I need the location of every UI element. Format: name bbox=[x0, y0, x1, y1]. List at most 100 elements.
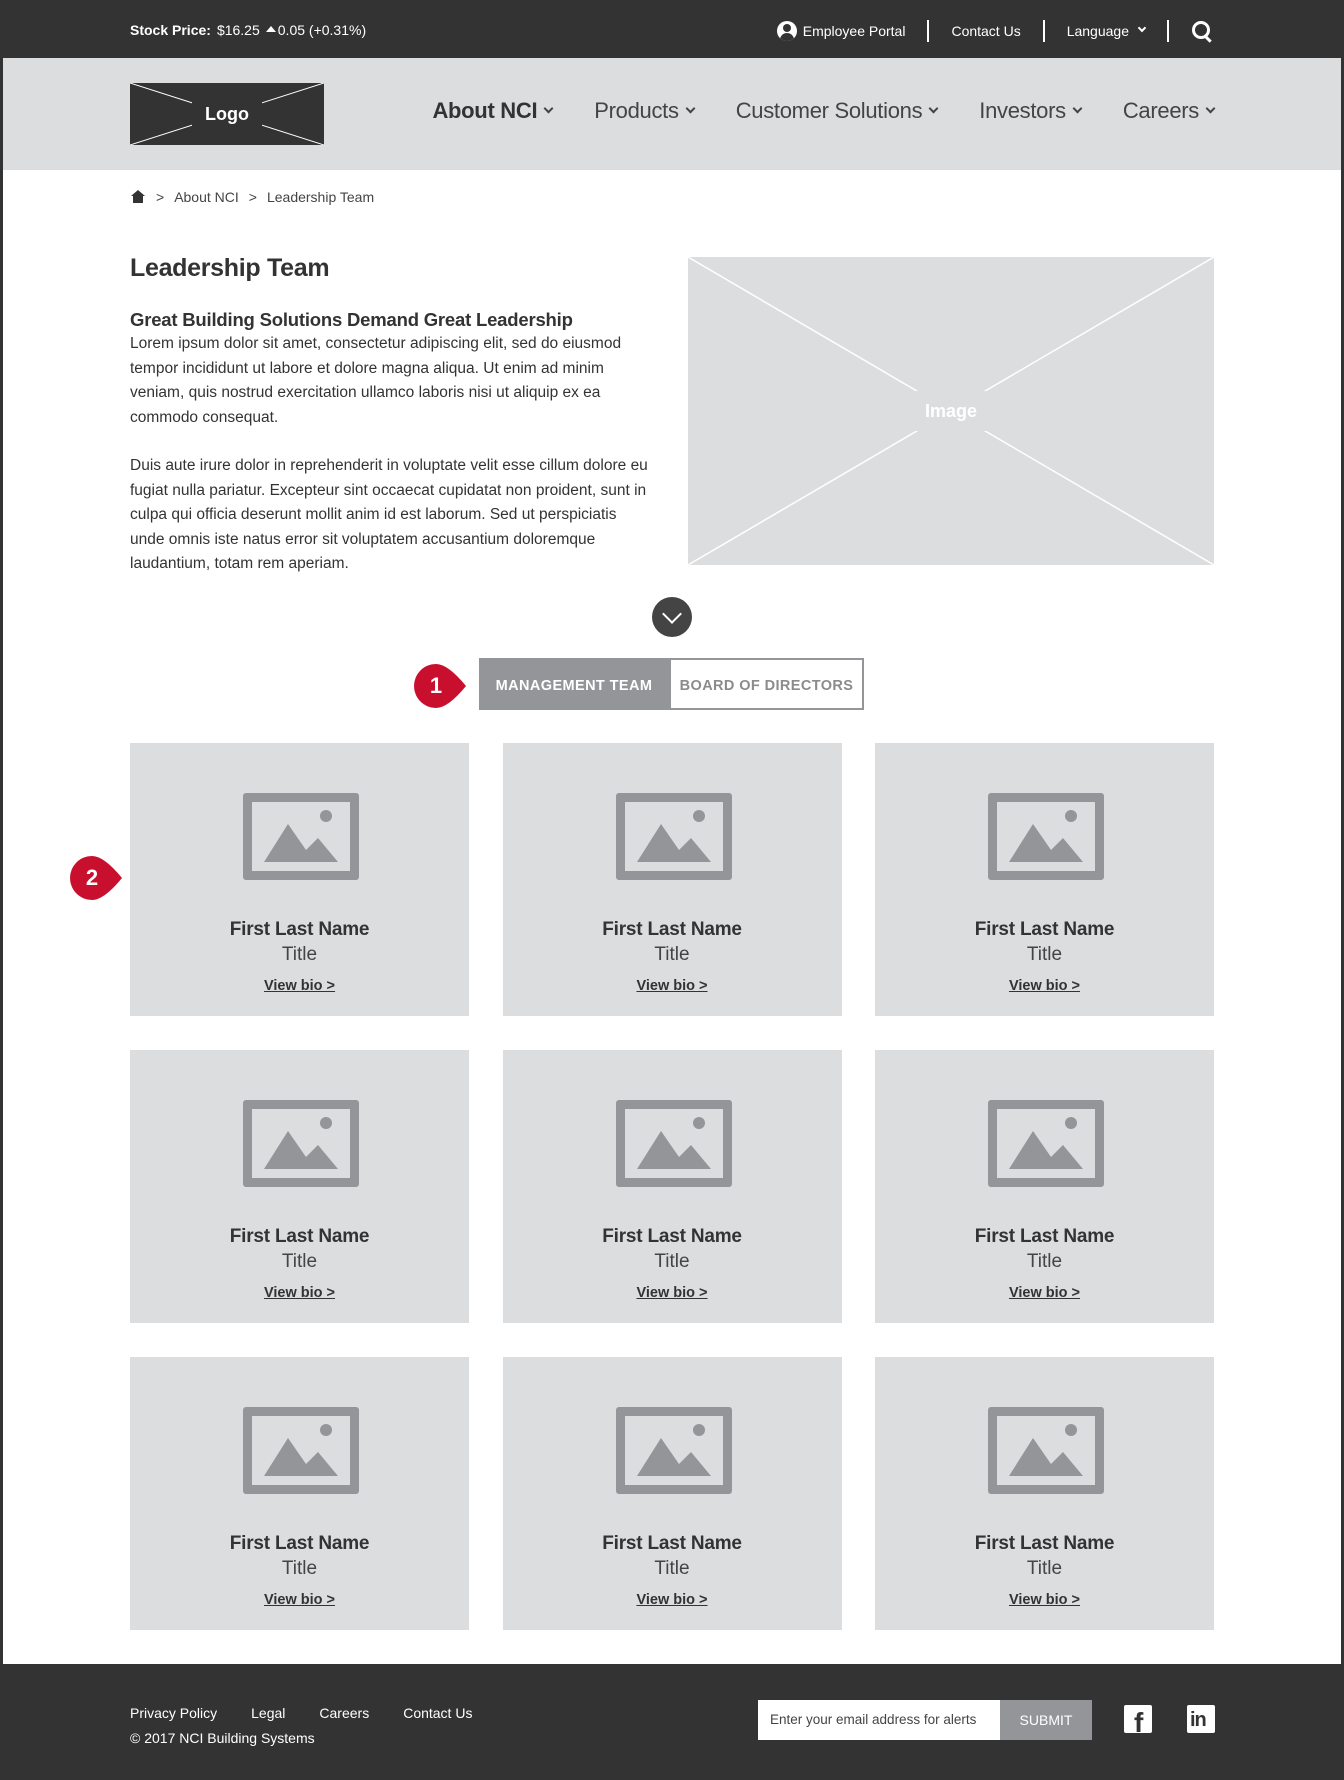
breadcrumb-separator: > bbox=[156, 189, 165, 205]
member-title: Title bbox=[1026, 1251, 1063, 1272]
scroll-down-button[interactable] bbox=[652, 597, 692, 637]
email-input[interactable]: Enter your email address for alerts bbox=[758, 1700, 1000, 1740]
nav-label: About NCI bbox=[432, 98, 538, 123]
member-name: First Last Name bbox=[974, 1533, 1115, 1554]
member-name: First Last Name bbox=[974, 919, 1115, 940]
nav-item-products[interactable]: Products bbox=[594, 98, 696, 124]
member-title: Title bbox=[654, 1251, 690, 1272]
chevron-down-icon bbox=[1137, 23, 1147, 32]
team-member-card: First Last Name Title View bio > bbox=[875, 743, 1214, 1016]
submit-button[interactable]: SUBMIT bbox=[1000, 1700, 1092, 1740]
member-title: Title bbox=[1026, 1558, 1063, 1579]
view-bio-link[interactable]: View bio > bbox=[130, 1285, 469, 1301]
facebook-icon[interactable]: f bbox=[1124, 1705, 1152, 1733]
marker-number: 1 bbox=[429, 673, 443, 698]
view-bio-link[interactable]: View bio > bbox=[130, 978, 469, 994]
tab-board-of-directors[interactable]: BOARD OF DIRECTORS bbox=[669, 658, 864, 710]
nav-label: Products bbox=[594, 98, 679, 123]
member-title: Title bbox=[654, 944, 690, 965]
image-icon bbox=[264, 810, 338, 862]
photo-placeholder-icon bbox=[243, 1407, 359, 1494]
footer-link-careers[interactable]: Careers bbox=[319, 1705, 369, 1721]
stock-price: Stock Price: $16.25 0.05 (+0.31%) bbox=[130, 22, 366, 38]
marker-number: 2 bbox=[85, 865, 99, 890]
photo-placeholder-icon bbox=[615, 793, 732, 880]
utility-links: Employee Portal Contact Us Language bbox=[776, 3, 1213, 58]
nav-label: Careers bbox=[1122, 98, 1199, 123]
stock-price-label: Stock Price: bbox=[130, 22, 211, 38]
team-member-card: First Last Name Title View bio > bbox=[502, 743, 842, 1016]
hero-image: Image bbox=[688, 257, 1214, 565]
employee-portal-label: Employee Portal bbox=[802, 22, 906, 39]
member-name: First Last Name bbox=[229, 919, 370, 940]
intro-paragraph-1: Lorem ipsum dolor sit amet, consectetur … bbox=[130, 335, 622, 426]
annotation-marker-1: 1 bbox=[414, 664, 466, 708]
photo-placeholder-icon bbox=[615, 1100, 732, 1187]
image-icon bbox=[264, 1117, 338, 1169]
logo-text: Logo bbox=[205, 104, 249, 124]
view-bio-link[interactable]: View bio > bbox=[503, 1592, 842, 1608]
image-icon bbox=[636, 1117, 711, 1169]
breadcrumb-separator: > bbox=[248, 189, 257, 205]
photo-placeholder-icon bbox=[615, 1407, 732, 1494]
stock-price-value: $16.25 bbox=[216, 22, 260, 38]
footer-link-legal[interactable]: Legal bbox=[251, 1705, 285, 1721]
image-icon bbox=[1009, 1117, 1083, 1169]
view-bio-link[interactable]: View bio > bbox=[875, 1285, 1214, 1301]
annotation-marker-2: 2 bbox=[70, 856, 122, 900]
site-header: Logo About NCI Products Customer Solutio… bbox=[3, 58, 1341, 170]
view-bio-link[interactable]: View bio > bbox=[875, 1592, 1214, 1608]
team-member-card: First Last Name Title View bio > bbox=[875, 1357, 1214, 1630]
member-name: First Last Name bbox=[229, 1533, 370, 1554]
utility-bar: Stock Price: $16.25 0.05 (+0.31%) Employ… bbox=[3, 3, 1341, 58]
team-grid: First Last Name Title View bio > First Last… bbox=[130, 743, 1214, 1630]
image-icon bbox=[636, 1424, 711, 1476]
member-title: Title bbox=[281, 1251, 318, 1272]
logo[interactable]: Logo bbox=[130, 83, 324, 145]
member-name: First Last Name bbox=[229, 1226, 370, 1247]
photo-placeholder-icon bbox=[988, 1407, 1104, 1494]
photo-placeholder-icon bbox=[243, 1100, 359, 1187]
email-alert-form: Enter your email address for alerts SUBM… bbox=[758, 1700, 1092, 1740]
contact-us-link[interactable]: Contact Us bbox=[929, 19, 1045, 42]
main-nav: About NCI Products Customer Solutions In… bbox=[432, 98, 1216, 124]
member-name: First Last Name bbox=[602, 919, 742, 940]
member-name: First Last Name bbox=[974, 1226, 1115, 1247]
view-bio-link[interactable]: View bio > bbox=[130, 1592, 469, 1608]
breadcrumb-item-current: Leadership Team bbox=[266, 189, 375, 205]
nav-item-investors[interactable]: Investors bbox=[979, 98, 1083, 124]
team-member-card: First Last Name Title View bio > bbox=[130, 1357, 469, 1630]
employee-portal-link[interactable]: Employee Portal bbox=[776, 19, 930, 42]
breadcrumb: > About NCI > Leadership Team bbox=[130, 189, 374, 205]
team-tabs: MANAGEMENT TEAM BOARD OF DIRECTORS bbox=[479, 658, 864, 710]
chevron-down-icon bbox=[928, 103, 939, 113]
nav-item-careers[interactable]: Careers bbox=[1122, 98, 1216, 124]
tab-management-team[interactable]: MANAGEMENT TEAM bbox=[479, 658, 669, 710]
home-icon[interactable] bbox=[130, 190, 146, 204]
search-button[interactable] bbox=[1169, 20, 1213, 42]
view-bio-link[interactable]: View bio > bbox=[503, 978, 842, 994]
linkedin-icon[interactable]: in bbox=[1187, 1705, 1215, 1733]
breadcrumb-item-about-nci[interactable]: About NCI bbox=[174, 189, 239, 205]
image-icon bbox=[636, 810, 711, 862]
footer-link-privacy-policy[interactable]: Privacy Policy bbox=[130, 1705, 217, 1721]
stock-price-change: 0.05 (+0.31%) bbox=[277, 22, 367, 38]
footer-link-contact-us[interactable]: Contact Us bbox=[403, 1705, 472, 1721]
view-bio-link[interactable]: View bio > bbox=[503, 1285, 842, 1301]
search-icon bbox=[1191, 20, 1213, 42]
member-name: First Last Name bbox=[602, 1533, 742, 1554]
photo-placeholder-icon bbox=[988, 1100, 1104, 1187]
hero-image-label: Image bbox=[924, 401, 978, 421]
nav-item-about-nci[interactable]: About NCI bbox=[432, 98, 554, 124]
nav-item-customer-solutions[interactable]: Customer Solutions bbox=[735, 98, 939, 124]
nav-label: Customer Solutions bbox=[735, 98, 923, 123]
image-icon bbox=[1009, 810, 1083, 862]
photo-placeholder-icon bbox=[243, 793, 359, 880]
intro-paragraph-2: Duis aute irure dolor in reprehenderit i… bbox=[130, 457, 648, 572]
chevron-down-icon bbox=[1072, 103, 1083, 113]
view-bio-link[interactable]: View bio > bbox=[875, 978, 1214, 994]
intro-heading: Great Building Solutions Demand Great Le… bbox=[130, 309, 573, 330]
team-member-card: First Last Name Title View bio > bbox=[502, 1357, 842, 1630]
language-dropdown[interactable]: Language bbox=[1045, 19, 1169, 42]
user-icon bbox=[776, 20, 797, 41]
